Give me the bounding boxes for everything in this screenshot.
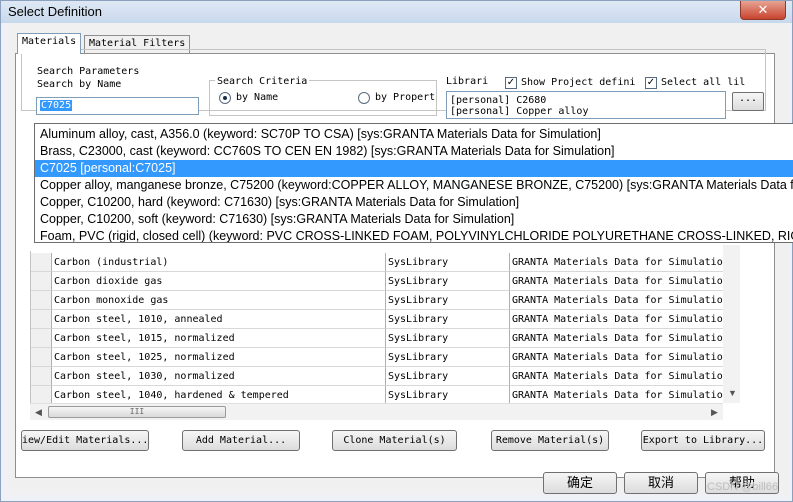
- by-name-label: by Name: [236, 92, 279, 103]
- row-selector[interactable]: [31, 310, 52, 329]
- material-name-cell: Carbon steel, 1030, normalized: [52, 367, 386, 386]
- autocomplete-item[interactable]: Foam, PVC (rigid, closed cell) (keyword:…: [35, 228, 793, 242]
- library-type-cell: SysLibrary: [386, 310, 510, 329]
- library-type-cell: SysLibrary: [386, 329, 510, 348]
- material-name-cell: Carbon steel, 1015, normalized: [52, 329, 386, 348]
- material-name-cell: Carbon (industrial): [52, 253, 386, 272]
- row-selector[interactable]: [31, 367, 52, 386]
- search-parameters-legend: Search Parameters: [35, 66, 142, 77]
- browse-libraries-button[interactable]: ...: [732, 92, 764, 111]
- row-selector[interactable]: [31, 291, 52, 310]
- row-selector[interactable]: [31, 386, 52, 404]
- by-property-label: by Propert: [375, 92, 436, 103]
- library-type-cell: SysLibrary: [386, 367, 510, 386]
- search-name-input[interactable]: C7025: [36, 97, 199, 115]
- library-name-cell: GRANTA Materials Data for Simulation: [510, 310, 730, 329]
- table-row[interactable]: Carbon steel, 1030, normalized SysLibrar…: [31, 367, 736, 386]
- library-name-cell: GRANTA Materials Data for Simulation: [510, 291, 730, 310]
- row-selector[interactable]: [31, 348, 52, 367]
- select-all-libraries-label: Select all lil: [661, 77, 746, 88]
- material-name-cell: Carbon monoxide gas: [52, 291, 386, 310]
- search-name-value: C7025: [40, 100, 73, 111]
- autocomplete-item[interactable]: Brass, C23000, cast (keyword: CC760S TO …: [35, 143, 793, 160]
- library-name-cell: GRANTA Materials Data for Simulation: [510, 329, 730, 348]
- library-name-cell: GRANTA Materials Data for Simulation: [510, 253, 730, 272]
- show-project-checkbox[interactable]: ✓: [505, 77, 517, 89]
- by-name-radio[interactable]: [219, 92, 231, 104]
- material-name-cell: Carbon steel, 1025, normalized: [52, 348, 386, 367]
- close-icon: ✕: [757, 2, 769, 17]
- ok-button[interactable]: 确定: [543, 472, 617, 494]
- window-title: Select Definition: [8, 4, 102, 19]
- materials-table: Carbon (industrial) SysLibrary GRANTA Ma…: [30, 251, 736, 404]
- select-definition-dialog: Select Definition ✕ Materials Material F…: [0, 0, 793, 502]
- row-selector[interactable]: [31, 253, 52, 272]
- table-horizontal-scrollbar[interactable]: ◀ III ▶: [30, 403, 723, 420]
- row-selector[interactable]: [31, 329, 52, 348]
- autocomplete-item[interactable]: Aluminum alloy, cast, A356.0 (keyword: S…: [35, 126, 793, 143]
- table-row[interactable]: Carbon steel, 1010, annealed SysLibrary …: [31, 310, 736, 329]
- library-type-cell: SysLibrary: [386, 253, 510, 272]
- tab-materials[interactable]: Materials: [17, 33, 82, 54]
- add-material-button[interactable]: Add Material...: [182, 430, 300, 451]
- clone-material-button[interactable]: Clone Material(s): [332, 430, 457, 451]
- autocomplete-item-selected[interactable]: C7025 [personal:C7025]: [35, 160, 793, 177]
- select-all-libraries-checkbox[interactable]: ✓: [645, 77, 657, 89]
- table-row[interactable]: Carbon dioxide gas SysLibrary GRANTA Mat…: [31, 272, 736, 291]
- library-type-cell: SysLibrary: [386, 272, 510, 291]
- library-item[interactable]: [personal] C2680: [450, 95, 546, 106]
- scroll-left-arrow-icon[interactable]: ◀: [35, 407, 42, 418]
- table-row[interactable]: Carbon steel, 1015, normalized SysLibrar…: [31, 329, 736, 348]
- close-button[interactable]: ✕: [740, 1, 786, 20]
- table-row[interactable]: Carbon steel, 1025, normalized SysLibrar…: [31, 348, 736, 367]
- material-name-cell: Carbon dioxide gas: [52, 272, 386, 291]
- title-bar[interactable]: Select Definition ✕: [1, 1, 792, 23]
- scroll-down-arrow-icon[interactable]: ▼: [728, 388, 737, 398]
- table-row[interactable]: Carbon (industrial) SysLibrary GRANTA Ma…: [31, 253, 736, 272]
- material-name-cell: Carbon steel, 1010, annealed: [52, 310, 386, 329]
- show-project-label: Show Project defini: [521, 77, 636, 88]
- library-name-cell: GRANTA Materials Data for Simulation: [510, 272, 730, 291]
- search-by-name-label: Search by Name: [37, 79, 122, 90]
- search-criteria-legend: Search Criteria: [215, 76, 310, 87]
- row-selector[interactable]: [31, 272, 52, 291]
- table-vertical-scrollbar[interactable]: ▼: [723, 245, 740, 403]
- export-to-library-button[interactable]: Export to Library...: [641, 430, 765, 451]
- table-row[interactable]: Carbon steel, 1040, hardened & tempered …: [31, 386, 736, 404]
- remove-material-button[interactable]: Remove Material(s): [491, 430, 609, 451]
- libraries-legend: Librari: [446, 76, 489, 87]
- material-name-cell: Carbon steel, 1040, hardened & tempered: [52, 386, 386, 404]
- library-type-cell: SysLibrary: [386, 386, 510, 404]
- watermark: CSDN @bill66: [707, 481, 779, 493]
- library-type-cell: SysLibrary: [386, 291, 510, 310]
- autocomplete-item[interactable]: Copper, C10200, soft (keyword: C71630) […: [35, 211, 793, 228]
- library-name-cell: GRANTA Materials Data for Simulation: [510, 367, 730, 386]
- library-name-cell: GRANTA Materials Data for Simulation: [510, 348, 730, 367]
- library-item[interactable]: [personal] Copper alloy: [450, 106, 588, 117]
- autocomplete-item[interactable]: Copper alloy, manganese bronze, C75200 (…: [35, 177, 793, 194]
- library-type-cell: SysLibrary: [386, 348, 510, 367]
- cancel-button[interactable]: 取消: [624, 472, 698, 494]
- autocomplete-dropdown: Aluminum alloy, cast, A356.0 (keyword: S…: [34, 123, 793, 243]
- horizontal-scroll-thumb[interactable]: III: [48, 406, 226, 418]
- autocomplete-item[interactable]: Copper, C10200, hard (keyword: C71630) […: [35, 194, 793, 211]
- scroll-right-arrow-icon[interactable]: ▶: [711, 407, 718, 418]
- by-property-radio[interactable]: [358, 92, 370, 104]
- view-edit-materials-button[interactable]: iew/Edit Materials...: [21, 430, 149, 451]
- table-row[interactable]: Carbon monoxide gas SysLibrary GRANTA Ma…: [31, 291, 736, 310]
- library-name-cell: GRANTA Materials Data for Simulation: [510, 386, 730, 404]
- libraries-list[interactable]: [personal] C2680 [personal] Copper alloy: [446, 91, 726, 119]
